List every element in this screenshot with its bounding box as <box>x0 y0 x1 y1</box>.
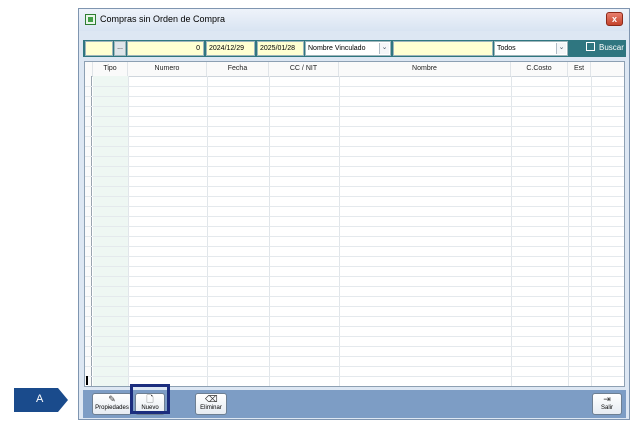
column-header-ccosto[interactable]: C.Costo <box>511 62 568 76</box>
eraser-icon: ⌫ <box>205 394 218 404</box>
status-selected: Todos <box>497 45 516 52</box>
column-header-tipo[interactable]: Tipo <box>93 62 128 76</box>
grid-row-line <box>85 116 624 117</box>
date-to-field[interactable]: 2025/01/28 <box>257 41 304 56</box>
grid-row-line <box>85 216 624 217</box>
tipo-column-shading <box>93 76 128 386</box>
grid-row-line <box>85 296 624 297</box>
compras-window: Compras sin Orden de Compra x ... 0 2024… <box>78 8 630 420</box>
grid-row-line <box>85 106 624 107</box>
column-divider <box>269 76 270 386</box>
grid-row-line <box>85 96 624 97</box>
salir-button[interactable]: ⇥ Salir <box>592 393 622 415</box>
grid-row-line <box>85 306 624 307</box>
window-title: Compras sin Orden de Compra <box>100 14 226 24</box>
search-binoculars-icon <box>586 42 595 51</box>
column-header-fecha[interactable]: Fecha <box>207 62 269 76</box>
code-field[interactable] <box>85 41 113 56</box>
grid-row-line <box>85 176 624 177</box>
grid-row-line <box>85 236 624 237</box>
lookup-button[interactable]: ... <box>114 41 126 56</box>
chevron-down-icon: ⌄ <box>379 43 389 54</box>
callout-a: A <box>14 388 68 412</box>
callout-label: A <box>36 393 44 405</box>
column-header-cc-nit[interactable]: CC / NIT <box>269 62 339 76</box>
nuevo-highlight-box <box>130 384 170 414</box>
grid-row-line <box>85 356 624 357</box>
grid-row-line <box>85 346 624 347</box>
search-button[interactable]: Buscar <box>586 41 624 56</box>
grid-row-line <box>85 186 624 187</box>
grid-row-line <box>85 326 624 327</box>
row-selector-column[interactable] <box>85 76 92 386</box>
column-header-numero[interactable]: Numero <box>128 62 207 76</box>
column-divider <box>339 76 340 386</box>
edit-properties-icon: ✎ <box>108 394 116 404</box>
grid-row-line <box>85 126 624 127</box>
grid-header: Tipo Numero Fecha CC / NIT Nombre C.Cost… <box>85 62 624 77</box>
grid-row-line <box>85 156 624 157</box>
search-text-field[interactable] <box>393 41 493 56</box>
grid-row-line <box>85 336 624 337</box>
grid-row-line <box>85 146 624 147</box>
grid-row-line <box>85 166 624 167</box>
column-header-nombre[interactable]: Nombre <box>339 62 511 76</box>
grid-row-line <box>85 376 624 377</box>
grid-row-line <box>85 256 624 257</box>
grid-row-line <box>85 226 624 227</box>
name-filter-dropdown[interactable]: Nombre Vinculado ⌄ <box>305 41 391 56</box>
grid-row-line <box>85 266 624 267</box>
filter-toolbar: ... 0 2024/12/29 2025/01/28 Nombre Vincu… <box>83 40 626 57</box>
grid-row-line <box>85 316 624 317</box>
grid-row-line <box>85 366 624 367</box>
salir-label: Salir <box>600 405 613 411</box>
column-divider <box>591 76 592 386</box>
propiedades-button[interactable]: ✎ Propiedades <box>92 393 132 415</box>
eliminar-label: Eliminar <box>200 405 222 411</box>
propiedades-label: Propiedades <box>95 405 129 411</box>
close-button[interactable]: x <box>606 12 623 26</box>
grid-row-line <box>85 246 624 247</box>
exit-door-icon: ⇥ <box>603 394 611 404</box>
search-label: Buscar <box>599 43 624 52</box>
column-divider <box>128 76 129 386</box>
number-field[interactable]: 0 <box>127 41 204 56</box>
grid-row-line <box>85 206 624 207</box>
grid-row-line <box>85 276 624 277</box>
row-selector-header <box>85 62 93 76</box>
column-header-est[interactable]: Est <box>568 62 591 76</box>
grid-row-line <box>85 86 624 87</box>
title-bar: Compras sin Orden de Compra x <box>79 9 629 31</box>
grid-row-line <box>85 136 624 137</box>
column-divider <box>568 76 569 386</box>
name-filter-selected: Nombre Vinculado <box>308 45 366 52</box>
chevron-down-icon: ⌄ <box>556 43 566 54</box>
column-divider <box>511 76 512 386</box>
eliminar-button[interactable]: ⌫ Eliminar <box>195 393 227 415</box>
status-dropdown[interactable]: Todos ⌄ <box>494 41 568 56</box>
date-from-field[interactable]: 2024/12/29 <box>206 41 255 56</box>
app-icon <box>85 14 96 25</box>
text-cursor <box>86 376 88 385</box>
grid-row-line <box>85 286 624 287</box>
grid-row-line <box>85 196 624 197</box>
purchases-grid[interactable]: Tipo Numero Fecha CC / NIT Nombre C.Cost… <box>84 61 625 387</box>
column-divider <box>207 76 208 386</box>
